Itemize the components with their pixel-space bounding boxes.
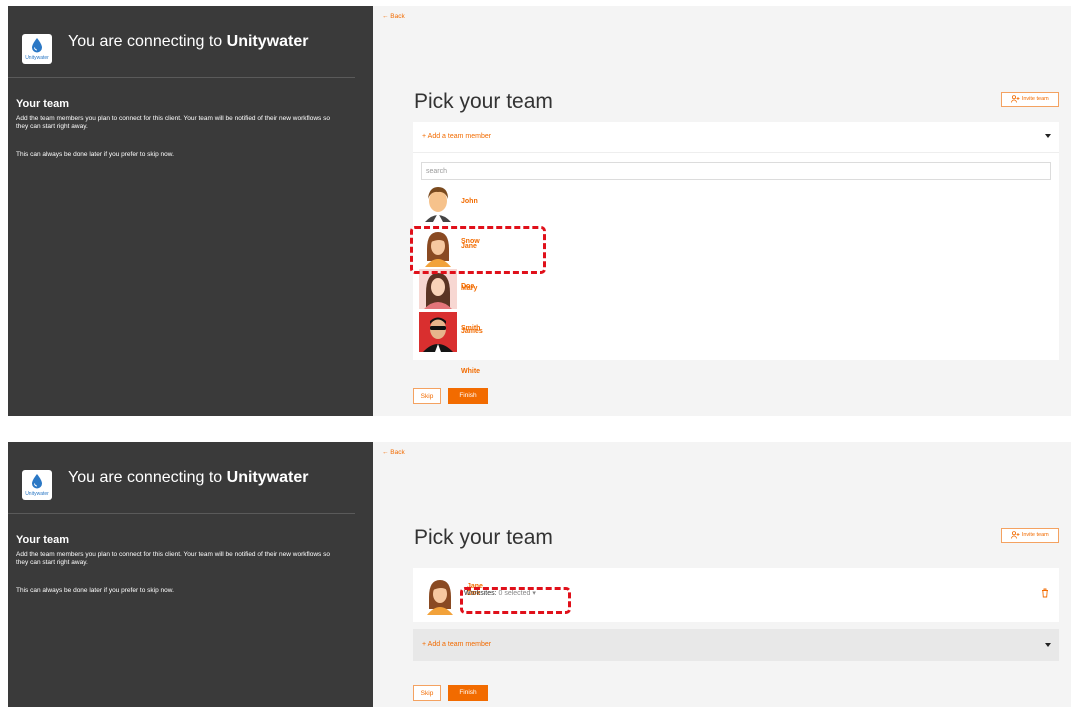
main-content: ← Back Pick your team Invite team + Add … bbox=[373, 6, 1071, 416]
main-content: ← Back Pick your team Invite team Jane D… bbox=[373, 442, 1071, 707]
connecting-title: You are connecting to Unitywater bbox=[68, 33, 308, 51]
section-description: Add the team members you plan to connect… bbox=[16, 551, 330, 566]
sidebar: Unitywater You are connecting to Unitywa… bbox=[8, 6, 373, 416]
section-description: Add the team members you plan to connect… bbox=[16, 115, 330, 130]
connecting-prefix: You are connecting to bbox=[68, 469, 223, 486]
skip-note: This can always be done later if you pre… bbox=[16, 587, 174, 594]
skip-button[interactable]: Skip bbox=[413, 685, 441, 701]
page-title: Pick your team bbox=[414, 526, 553, 549]
connecting-prefix: You are connecting to bbox=[68, 33, 223, 50]
highlight-annotation-jane-doe bbox=[410, 226, 546, 274]
logo-text: Unitywater bbox=[25, 491, 49, 497]
screen-bottom: Unitywater You are connecting to Unitywa… bbox=[8, 442, 1071, 707]
divider bbox=[8, 77, 355, 78]
sidebar: Unitywater You are connecting to Unitywa… bbox=[8, 442, 373, 707]
card-divider bbox=[413, 152, 1059, 153]
divider bbox=[8, 513, 355, 514]
invite-team-button[interactable]: Invite team bbox=[1001, 92, 1059, 107]
avatar-james-white bbox=[419, 312, 457, 352]
section-heading: Your team bbox=[16, 98, 69, 110]
logo-text: Unitywater bbox=[25, 55, 49, 61]
client-name: Unitywater bbox=[226, 33, 309, 50]
finish-button[interactable]: Finish bbox=[448, 685, 488, 701]
page-title: Pick your team bbox=[414, 90, 553, 113]
avatar-mary-smith bbox=[419, 269, 457, 309]
member-name: Mary Smith bbox=[461, 285, 481, 332]
avatar-john-snow bbox=[419, 182, 457, 222]
member-name: James White bbox=[461, 328, 483, 375]
member-name: John Snow bbox=[461, 198, 480, 245]
skip-note: This can always be done later if you pre… bbox=[16, 151, 174, 158]
chevron-down-icon[interactable] bbox=[1045, 134, 1051, 138]
add-user-icon bbox=[1011, 530, 1020, 539]
add-user-icon bbox=[1011, 94, 1020, 103]
invite-team-label: Invite team bbox=[1021, 96, 1049, 102]
client-logo: Unitywater bbox=[22, 34, 52, 64]
back-link[interactable]: ← Back bbox=[382, 449, 405, 456]
trash-icon[interactable] bbox=[1041, 588, 1049, 598]
invite-team-button[interactable]: Invite team bbox=[1001, 528, 1059, 543]
skip-button[interactable]: Skip bbox=[413, 388, 441, 404]
section-heading: Your team bbox=[16, 534, 69, 546]
chevron-down-icon[interactable] bbox=[1045, 643, 1051, 647]
highlight-annotation-worksites bbox=[460, 587, 571, 614]
client-name: Unitywater bbox=[226, 469, 309, 486]
screen-top: Unitywater You are connecting to Unitywa… bbox=[8, 6, 1071, 416]
finish-button[interactable]: Finish bbox=[448, 388, 488, 404]
add-member-bar[interactable]: + Add a team member bbox=[413, 629, 1059, 661]
invite-team-label: Invite team bbox=[1021, 532, 1049, 538]
avatar-jane-doe bbox=[421, 575, 459, 615]
search-input[interactable]: search bbox=[421, 162, 1051, 180]
water-drop-icon bbox=[32, 38, 42, 53]
water-drop-icon bbox=[32, 474, 42, 489]
back-link[interactable]: ← Back bbox=[382, 13, 405, 20]
add-member-toggle[interactable]: + Add a team member bbox=[422, 133, 491, 140]
add-member-toggle[interactable]: + Add a team member bbox=[422, 641, 491, 648]
client-logo: Unitywater bbox=[22, 470, 52, 500]
connecting-title: You are connecting to Unitywater bbox=[68, 469, 308, 487]
